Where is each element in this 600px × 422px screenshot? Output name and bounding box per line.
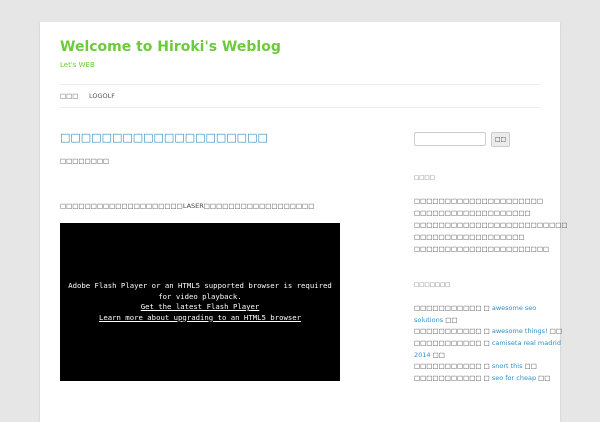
flash-player-link[interactable]: Get the latest Flash Player	[60, 302, 340, 313]
comment-post-link[interactable]: seo for cheap	[492, 374, 536, 382]
recent-post-item[interactable]: □□□□□□□□□□□□□□□□□□□□□	[414, 195, 543, 207]
nav-item-logolf[interactable]: LOGOLF	[89, 92, 115, 100]
recent-comment-item: □□□□□□□□□□□ □ snort this □□	[414, 361, 537, 373]
search-button[interactable]: □□	[491, 132, 510, 147]
recent-comment-item: □□□□□□□□□□□ □ awesome seo	[414, 303, 536, 315]
recent-comments-title: □□□□□□□	[414, 282, 451, 288]
comment-author: □□□□□□□□□□□ □	[414, 374, 492, 383]
site-title[interactable]: Welcome to Hiroki's Weblog	[60, 39, 281, 55]
recent-comment-item: □□□□□□□□□□□ □ awesome things! □□	[414, 326, 562, 338]
comment-post-link[interactable]: snort this	[492, 362, 523, 370]
post-title[interactable]: □□□□□□□□□□□□□□□□□□□□	[60, 131, 268, 144]
recent-comment-item: □□□□□□□□□□□ □ camiseta real madrid	[414, 338, 561, 350]
video-fallback-message: Adobe Flash Player or an HTML5 supported…	[68, 281, 332, 301]
comment-author: □□□□□□□□□□□ □	[414, 327, 492, 336]
comment-post-link[interactable]: awesome seo	[492, 304, 536, 312]
html5-browser-link[interactable]: Learn more about upgrading to an HTML5 b…	[60, 313, 340, 324]
comment-author: □□□□□□□□□□□ □	[414, 339, 492, 348]
recent-post-item[interactable]: □□□□□□□□□□□□□□□□□□□□□□	[414, 243, 549, 255]
recent-post-item[interactable]: □□□□□□□□□□□□□□□□□□□	[414, 207, 531, 219]
comment-tail: □□	[522, 362, 537, 371]
main-navigation: □□□ LOGOLF	[60, 84, 540, 108]
comment-post-link[interactable]: solutions	[414, 316, 443, 324]
comment-post-link[interactable]: 2014	[414, 351, 431, 359]
page-container: Welcome to Hiroki's Weblog Let's WEB □□□…	[40, 22, 568, 422]
comment-post-link[interactable]: awesome things!	[492, 327, 548, 335]
recent-comments-list: □□□□□□□□□□□ □ awesome seo solutions □□ □…	[414, 303, 562, 385]
comment-tail: □□	[536, 374, 551, 383]
recent-post-item[interactable]: □□□□□□□□□□□□□□□□□□	[414, 231, 525, 243]
recent-comment-item: 2014 □□	[414, 350, 524, 362]
recent-posts-title: □□□□	[414, 175, 435, 181]
comment-tail: □□	[443, 315, 458, 324]
comment-tail: □□	[430, 350, 445, 359]
recent-comment-item: □□□□□□□□□□□ □ seo for cheap □□	[414, 373, 550, 385]
site-description: Let's WEB	[60, 61, 95, 69]
recent-posts-list: □□□□□□□□□□□□□□□□□□□□□ □□□□□□□□□□□□□□□□□□…	[414, 195, 568, 255]
comment-tail: □□	[547, 327, 562, 336]
search-input[interactable]	[414, 132, 486, 146]
comment-author: □□□□□□□□□□□ □	[414, 304, 492, 312]
comment-author: □□□□□□□□□□□ □	[414, 362, 492, 371]
recent-post-item[interactable]: □□□□□□□□□□□□□□□□□□□□□□□□□	[414, 219, 568, 231]
post-body-text: □□□□□□□□□□□□□□□□□□□□LASER□□□□□□□□□□□□□□□…	[60, 202, 315, 210]
video-player[interactable]: Adobe Flash Player or an HTML5 supported…	[60, 223, 340, 381]
comment-post-link[interactable]: camiseta real madrid	[492, 339, 561, 347]
nav-item-home[interactable]: □□□	[60, 92, 78, 100]
post-meta: □□□□□□□□	[60, 157, 110, 165]
recent-comment-item: solutions □□	[414, 315, 524, 327]
